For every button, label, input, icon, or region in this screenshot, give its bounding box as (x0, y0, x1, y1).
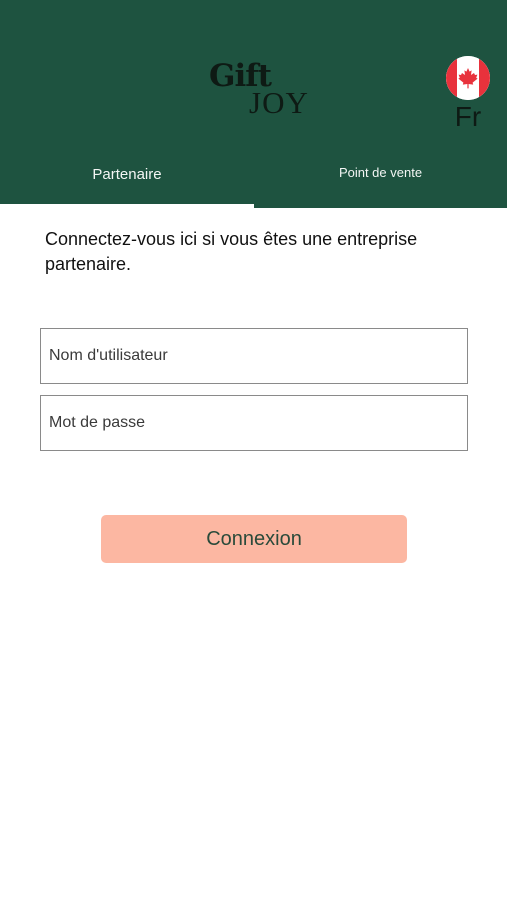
tab-point-de-vente[interactable]: Point de vente (254, 150, 507, 208)
tab-point-de-vente-label: Point de vente (338, 165, 423, 180)
tab-partenaire-label: Partenaire (92, 166, 162, 183)
active-tab-indicator (0, 204, 254, 208)
password-input[interactable] (41, 396, 467, 450)
giftjoy-logo: Gift JOY (209, 58, 309, 126)
username-field[interactable] (40, 328, 468, 384)
login-intro-text: Connectez-vous ici si vous êtes une entr… (45, 229, 418, 274)
canada-flag-icon (446, 56, 490, 100)
language-label: Fr (454, 101, 482, 132)
username-input[interactable] (41, 329, 467, 383)
login-button[interactable]: Connexion (101, 515, 407, 563)
app-header: Gift JOY Fr Partenaire Point de vente (0, 0, 507, 208)
password-field[interactable] (40, 395, 468, 451)
tab-partenaire[interactable]: Partenaire (0, 150, 254, 208)
language-switcher[interactable]: Fr (444, 54, 492, 134)
logo-word-joy: JOY (249, 85, 309, 120)
